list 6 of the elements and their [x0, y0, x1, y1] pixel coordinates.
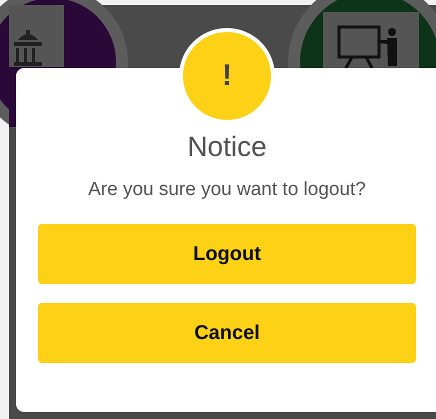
presentation-icon — [338, 26, 397, 70]
building-icon — [14, 30, 42, 66]
dialog-button[interactable]: Logout — [38, 224, 416, 284]
dialog-button[interactable]: Cancel — [38, 303, 416, 363]
dialog-title: Notice — [186, 130, 268, 164]
dialog-message: Are you sure you want to logout? — [87, 178, 367, 202]
